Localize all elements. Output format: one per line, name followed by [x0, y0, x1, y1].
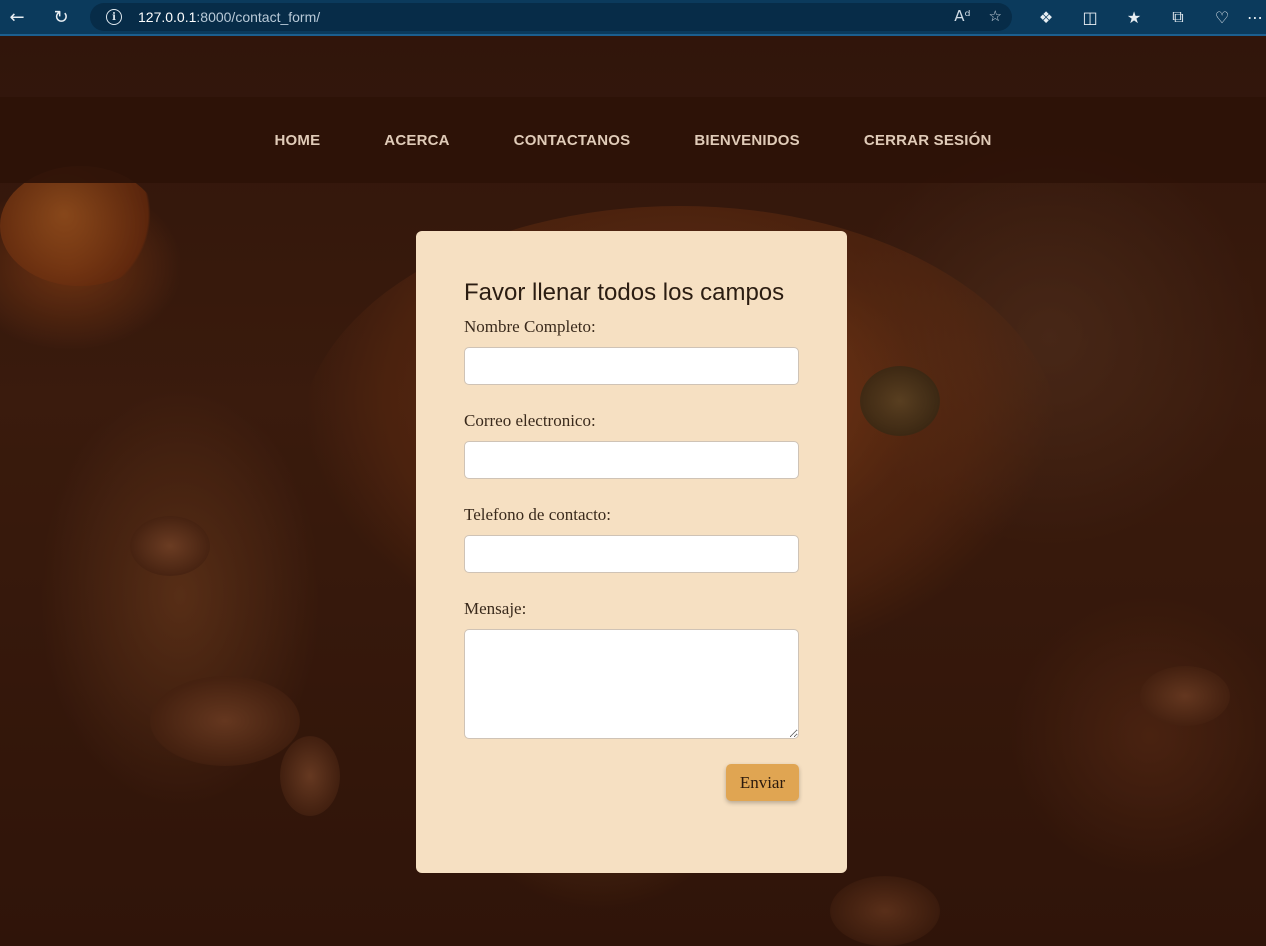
nav-bienvenidos[interactable]: BIENVENIDOS [694, 132, 800, 149]
back-arrow-icon[interactable]: ← [0, 0, 34, 34]
split-screen-icon[interactable]: ◫ [1068, 0, 1112, 34]
address-bar[interactable]: i 127.0.0.1:8000/contact_form/ Aᵈ ☆ [90, 3, 1012, 31]
main-navbar: HOME ACERCA CONTACTANOS BIENVENIDOS CERR… [0, 97, 1266, 183]
nav-acerca[interactable]: ACERCA [384, 132, 449, 149]
form-title: Favor llenar todos los campos [464, 279, 785, 306]
url-host: 127.0.0.1 [138, 9, 197, 25]
name-label: Nombre Completo: [464, 317, 596, 336]
name-input[interactable] [464, 347, 799, 385]
contact-form-card: Favor llenar todos los campos Nombre Com… [416, 231, 847, 873]
site-info-icon[interactable]: i [106, 9, 122, 25]
read-aloud-icon[interactable]: Aᵈ [954, 7, 970, 25]
nav-home[interactable]: HOME [274, 132, 320, 149]
nav-cerrar-sesion[interactable]: CERRAR SESIÓN [864, 132, 992, 149]
email-label: Correo electronico: [464, 411, 596, 430]
url-text: 127.0.0.1:8000/contact_form/ [138, 9, 320, 25]
nav-contactanos[interactable]: CONTACTANOS [514, 132, 631, 149]
phone-input[interactable] [464, 535, 799, 573]
browser-toolbar: ← ↻ i 127.0.0.1:8000/contact_form/ Aᵈ ☆ … [0, 0, 1266, 34]
submit-button[interactable]: Enviar [726, 764, 799, 801]
phone-label: Telefono de contacto: [464, 505, 612, 524]
collections-icon[interactable]: ⧉ [1156, 0, 1200, 34]
message-label: Mensaje: [464, 599, 527, 618]
reload-icon[interactable]: ↻ [42, 0, 80, 34]
email-input[interactable] [464, 441, 799, 479]
more-menu-icon[interactable]: ⋯ [1244, 0, 1266, 34]
url-path: :8000/contact_form/ [196, 9, 321, 25]
extensions-icon[interactable]: ❖ [1024, 0, 1068, 34]
favorites-icon[interactable]: ★ [1112, 0, 1156, 34]
favorite-star-icon[interactable]: ☆ [989, 7, 1002, 25]
message-textarea[interactable] [464, 629, 799, 739]
browser-essentials-icon[interactable]: ♡ [1200, 0, 1244, 34]
